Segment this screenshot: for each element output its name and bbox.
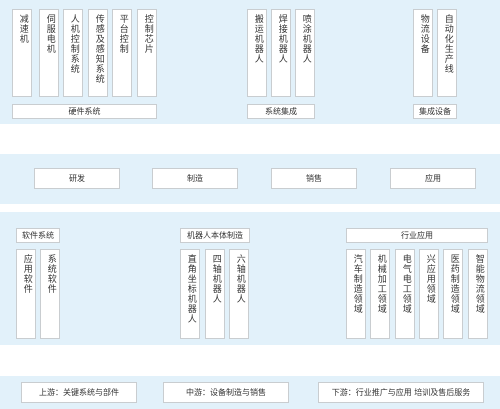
- industry-item-5: 智能物流领域: [468, 249, 488, 339]
- industry-item-0: 汽车制造领域: [346, 249, 366, 339]
- hardware-item-5: 控制芯片: [137, 9, 157, 97]
- integration-item-0-label: 搬运机器人: [252, 14, 263, 64]
- body-item-1: 四轴机器人: [205, 249, 225, 339]
- body-item-1-label: 四轴机器人: [210, 254, 221, 304]
- industry-item-1-label: 机械加工领域: [375, 254, 386, 314]
- hardware-item-4-label: 平台控制: [117, 14, 128, 54]
- software-label: 软件系统: [16, 228, 60, 243]
- chain-step-sales: 销售: [271, 168, 357, 189]
- industry-item-4-label: 医药制造领域: [448, 254, 459, 314]
- industry-label: 行业应用: [346, 228, 488, 243]
- integration-label: 系统集成: [247, 104, 315, 119]
- body-item-2-label: 六轴机器人: [234, 254, 245, 304]
- integration-item-1-label: 焊接机器人: [276, 14, 287, 64]
- software-item-1-label: 系统软件: [45, 254, 56, 294]
- hardware-item-3-label: 传感及感知系统: [93, 14, 104, 84]
- software-item-0-label: 应用软件: [21, 254, 32, 294]
- hardware-item-2: 人机控制系统: [63, 9, 83, 97]
- integration-label-text: 系统集成: [265, 106, 297, 116]
- summary-midstream-label: 中游：设备制造与销售: [186, 387, 266, 397]
- summary-midstream: 中游：设备制造与销售: [163, 382, 289, 403]
- body-item-0-label: 直角坐标机器人: [185, 254, 196, 324]
- industry-item-5-label: 智能物流领域: [473, 254, 484, 314]
- hardware-item-0-label: 减速机: [17, 14, 28, 44]
- equipment-item-1-label: 自动化生产线: [442, 14, 453, 74]
- chain-step-sales-label: 销售: [306, 173, 322, 183]
- industry-item-2-label: 电气电工领域: [400, 254, 411, 314]
- equipment-item-1: 自动化生产线: [437, 9, 457, 97]
- software-item-0: 应用软件: [16, 249, 36, 339]
- software-label-text: 软件系统: [22, 230, 54, 240]
- summary-downstream-label: 下游：行业推广与应用 培训及售后服务: [331, 387, 471, 397]
- hardware-item-0: 减速机: [12, 9, 32, 97]
- equipment-item-0-label: 物流设备: [418, 14, 429, 54]
- hardware-item-5-label: 控制芯片: [142, 14, 153, 54]
- chain-step-manufacturing-label: 制造: [187, 173, 203, 183]
- chain-step-application: 应用: [390, 168, 476, 189]
- industry-label-text: 行业应用: [401, 230, 433, 240]
- industry-item-2: 电气电工领域: [395, 249, 415, 339]
- hardware-item-1: 伺服电机: [39, 9, 59, 97]
- industry-item-4: 医药制造领域: [443, 249, 463, 339]
- industry-item-0-label: 汽车制造领域: [351, 254, 362, 314]
- chain-step-rnd-label: 研发: [69, 173, 85, 183]
- industry-item-3: 兴应用领域: [419, 249, 439, 339]
- body-item-0: 直角坐标机器人: [180, 249, 200, 339]
- hardware-item-4: 平台控制: [112, 9, 132, 97]
- hardware-item-1-label: 伺服电机: [44, 14, 55, 54]
- body-label-text: 机器人本体制造: [187, 230, 243, 240]
- integration-item-2: 喷涂机器人: [295, 9, 315, 97]
- software-item-1: 系统软件: [40, 249, 60, 339]
- body-item-2: 六轴机器人: [229, 249, 249, 339]
- integration-item-0: 搬运机器人: [247, 9, 267, 97]
- integration-item-2-label: 喷涂机器人: [300, 14, 311, 64]
- summary-downstream: 下游：行业推广与应用 培训及售后服务: [318, 382, 484, 403]
- industry-item-1: 机械加工领域: [370, 249, 390, 339]
- equipment-item-0: 物流设备: [413, 9, 433, 97]
- chain-step-manufacturing: 制造: [152, 168, 238, 189]
- summary-upstream: 上游：关键系统与部件: [21, 382, 137, 403]
- hardware-item-2-label: 人机控制系统: [68, 14, 79, 74]
- equipment-label: 集成设备: [413, 104, 457, 119]
- chain-step-rnd: 研发: [34, 168, 120, 189]
- hardware-label: 硬件系统: [12, 104, 157, 119]
- equipment-label-text: 集成设备: [419, 106, 451, 116]
- integration-item-1: 焊接机器人: [271, 9, 291, 97]
- chain-step-application-label: 应用: [425, 173, 441, 183]
- summary-upstream-label: 上游：关键系统与部件: [39, 387, 119, 397]
- hardware-label-text: 硬件系统: [68, 106, 101, 116]
- industry-item-3-label: 兴应用领域: [424, 254, 435, 304]
- body-label: 机器人本体制造: [180, 228, 250, 243]
- hardware-item-3: 传感及感知系统: [88, 9, 108, 97]
